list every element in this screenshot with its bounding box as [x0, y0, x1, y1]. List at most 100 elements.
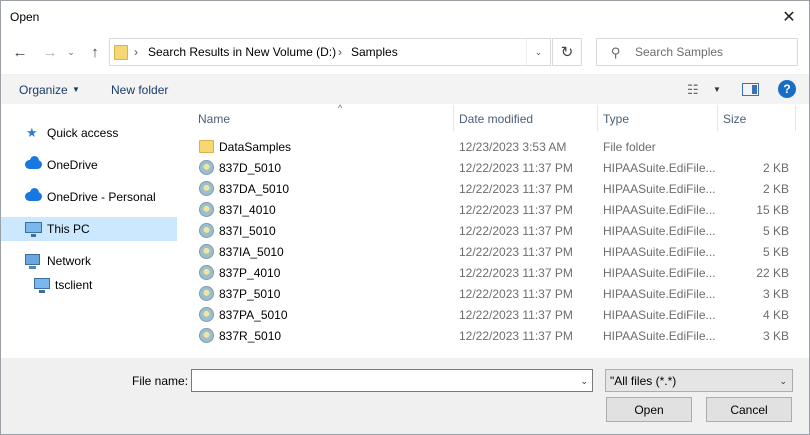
file-size: 22 KB [756, 266, 789, 280]
file-date: 12/22/2023 11:37 PM [459, 266, 573, 280]
file-date: 12/22/2023 11:37 PM [459, 203, 573, 217]
column-header-size[interactable]: Size [723, 105, 746, 131]
file-date: 12/22/2023 11:37 PM [459, 224, 573, 238]
column-divider[interactable] [597, 105, 598, 131]
column-header-name[interactable]: Name ^ [198, 103, 342, 131]
forward-button[interactable]: → [41, 43, 59, 61]
address-bar[interactable]: › Search Results in New Volume (D:) › Sa… [109, 38, 551, 66]
file-row[interactable]: 837I_4010 12/22/2023 11:37 PM HIPAASuite… [178, 199, 809, 220]
file-name: DataSamples [219, 140, 292, 154]
back-button[interactable]: ← [11, 43, 29, 61]
file-size: 4 KB [762, 308, 789, 322]
sidebar-item-quick-access[interactable]: ★ Quick access [1, 121, 177, 145]
breadcrumb-separator[interactable]: › [338, 45, 342, 59]
sidebar-item-tsclient[interactable]: tsclient [1, 273, 177, 297]
file-size: 15 KB [756, 203, 789, 217]
file-name: 837IA_5010 [219, 245, 284, 259]
edi-file-icon [199, 181, 214, 196]
file-size: 5 KB [762, 245, 789, 259]
file-row[interactable]: 837P_4010 12/22/2023 11:37 PM HIPAASuite… [178, 262, 809, 283]
star-icon: ★ [26, 125, 38, 140]
edi-file-icon [199, 328, 214, 343]
file-type-filter-select[interactable]: "All files (*.*) ⌄ [605, 369, 793, 392]
file-date: 12/22/2023 11:37 PM [459, 182, 573, 196]
cancel-button[interactable]: Cancel [706, 397, 792, 422]
computer-icon [34, 278, 50, 293]
refresh-button[interactable]: ↻ [552, 38, 582, 66]
sidebar-item-network[interactable]: Network [1, 249, 177, 273]
breadcrumb-separator: › [134, 45, 138, 59]
sidebar-item-label: Network [47, 254, 92, 268]
file-name: 837D_5010 [219, 161, 282, 175]
file-row[interactable]: 837I_5010 12/22/2023 11:37 PM HIPAASuite… [178, 220, 809, 241]
file-type: HIPAASuite.EdiFile... [603, 329, 716, 343]
search-box[interactable]: ⚲ [596, 38, 798, 66]
column-header-date-modified[interactable]: Date modified [459, 105, 533, 131]
organize-button[interactable]: Organize [19, 83, 68, 97]
file-row[interactable]: 837D_5010 12/22/2023 11:37 PM HIPAASuite… [178, 157, 809, 178]
sidebar-item-label: This PC [47, 222, 90, 236]
help-icon[interactable]: ? [778, 80, 796, 98]
chevron-down-icon: ⌄ [534, 46, 543, 57]
chevron-down-icon: ⌄ [67, 46, 75, 57]
sidebar-item-label: tsclient [55, 278, 93, 292]
file-size: 3 KB [762, 329, 789, 343]
computer-icon [25, 222, 42, 237]
new-folder-button[interactable]: New folder [111, 83, 168, 97]
file-type: File folder [603, 140, 656, 154]
preview-pane-icon[interactable] [742, 83, 759, 96]
sidebar-item-onedrive-personal[interactable]: OneDrive - Personal [1, 185, 177, 209]
file-row[interactable]: 837P_5010 12/22/2023 11:37 PM HIPAASuite… [178, 283, 809, 304]
file-type: HIPAASuite.EdiFile... [603, 203, 716, 217]
edi-file-icon [199, 202, 214, 217]
open-button[interactable]: Open [606, 397, 692, 422]
open-dialog: Open ✕ ← → ⌄ ↑ › Search Results in New V… [0, 0, 810, 435]
file-list: Name ^ Date modified Type Size DataSampl… [178, 103, 809, 358]
folder-icon [114, 45, 128, 60]
column-divider[interactable] [795, 105, 796, 131]
sidebar-item-label: OneDrive - Personal [47, 190, 156, 204]
search-input[interactable] [635, 44, 793, 60]
close-icon: ✕ [782, 8, 796, 26]
cloud-icon [25, 156, 42, 169]
column-divider[interactable] [717, 105, 718, 131]
column-header-type[interactable]: Type [603, 105, 629, 131]
file-size: 2 KB [762, 161, 789, 175]
sidebar-item-onedrive[interactable]: OneDrive [1, 153, 177, 177]
close-button[interactable]: ✕ [769, 1, 809, 32]
breadcrumb-samples[interactable]: Samples [351, 45, 398, 59]
file-row[interactable]: 837DA_5010 12/22/2023 11:37 PM HIPAASuit… [178, 178, 809, 199]
title-bar: Open ✕ [1, 1, 809, 33]
file-row[interactable]: 837IA_5010 12/22/2023 11:37 PM HIPAASuit… [178, 241, 809, 262]
recent-locations-button[interactable]: ⌄ [65, 43, 77, 61]
file-name-label: File name: [132, 374, 189, 388]
up-button[interactable]: ↑ [86, 43, 104, 61]
command-bar: Organize ▼ New folder ☷ ▼ ? [1, 74, 809, 104]
folder-icon [199, 140, 214, 153]
sort-ascending-icon: ^ [338, 103, 343, 113]
file-row[interactable]: 837PA_5010 12/22/2023 11:37 PM HIPAASuit… [178, 304, 809, 325]
sidebar-item-this-pc[interactable]: This PC [1, 217, 177, 241]
file-type: HIPAASuite.EdiFile... [603, 287, 716, 301]
file-size: 5 KB [762, 224, 789, 238]
view-details-icon[interactable]: ☷ [687, 82, 699, 98]
caret-down-icon[interactable]: ▼ [713, 85, 721, 94]
file-date: 12/23/2023 3:53 AM [459, 140, 567, 154]
file-type: HIPAASuite.EdiFile... [603, 245, 716, 259]
column-divider[interactable] [453, 105, 454, 131]
file-name-combobox[interactable]: ⌄ [191, 369, 593, 392]
address-dropdown-button[interactable]: ⌄ [526, 39, 550, 65]
file-name: 837R_5010 [219, 329, 282, 343]
file-name-input[interactable] [195, 373, 565, 388]
caret-down-icon[interactable]: ▼ [72, 85, 80, 94]
file-type: HIPAASuite.EdiFile... [603, 224, 716, 238]
file-row[interactable]: 837R_5010 12/22/2023 11:37 PM HIPAASuite… [178, 325, 809, 346]
edi-file-icon [199, 160, 214, 175]
search-icon: ⚲ [611, 45, 621, 60]
chevron-down-icon[interactable]: ⌄ [580, 376, 588, 387]
breadcrumb-search-results[interactable]: Search Results in New Volume (D:) [148, 45, 336, 59]
cloud-icon [25, 188, 42, 201]
chevron-down-icon: ⌄ [779, 376, 787, 386]
file-size: 3 KB [762, 287, 789, 301]
file-row-folder[interactable]: DataSamples 12/23/2023 3:53 AM File fold… [178, 136, 809, 157]
